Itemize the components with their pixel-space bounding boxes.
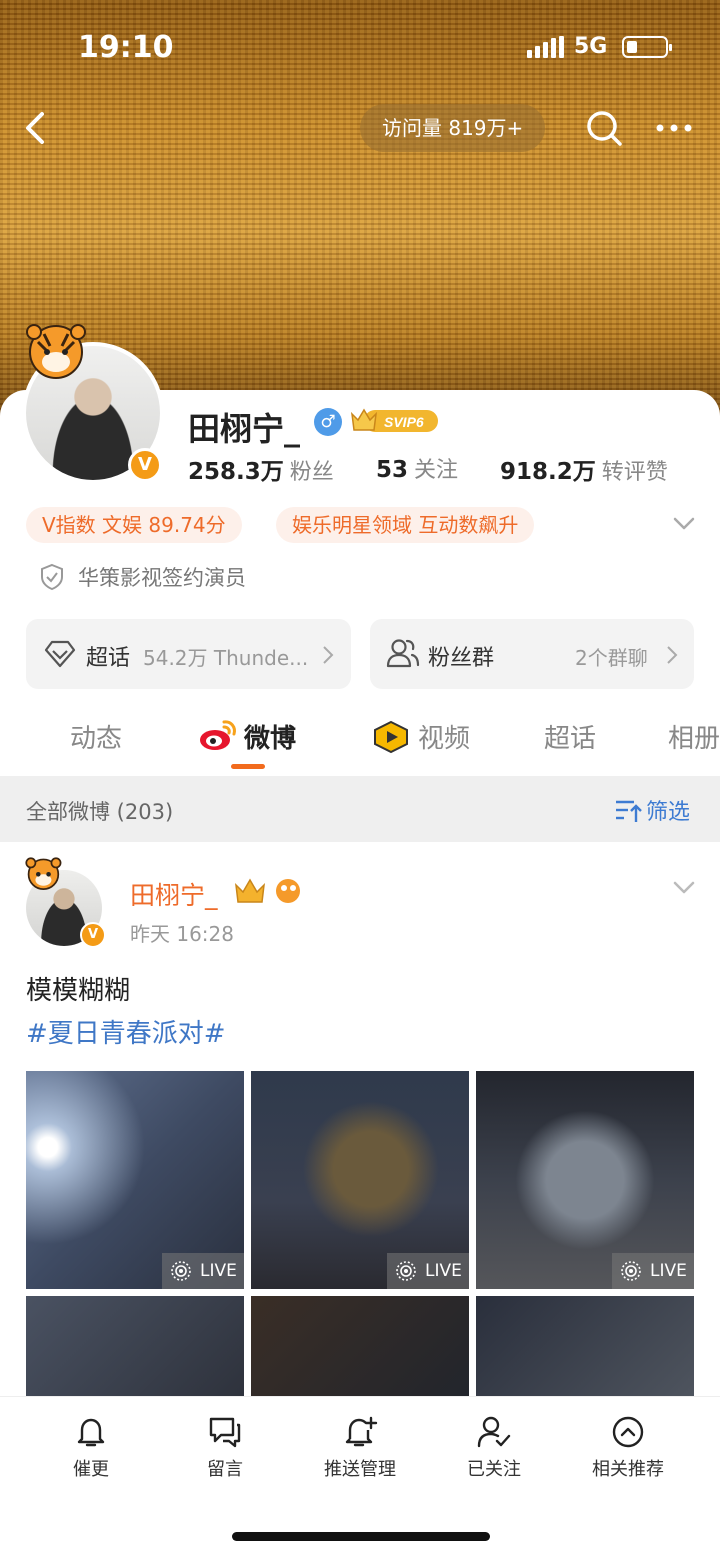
diamond-icon <box>44 640 76 668</box>
message-label: 留言 <box>207 1459 243 1480</box>
battery-icon <box>622 36 672 58</box>
back-arrow-icon[interactable] <box>18 106 58 150</box>
status-time: 19:10 <box>78 30 174 65</box>
live-label: LIVE <box>650 1261 687 1281</box>
following-label: 关注 <box>414 458 459 483</box>
tab-weibo[interactable]: 微博 <box>244 718 296 755</box>
live-photo-badge: LIVE <box>612 1253 694 1289</box>
group-icon <box>386 639 420 668</box>
video-play-icon <box>374 720 408 754</box>
bell-icon <box>77 1418 105 1447</box>
post-photo-5[interactable] <box>251 1296 469 1396</box>
supertopic-entry[interactable]: 超话 54.2万 Thunde... <box>26 619 351 689</box>
interactions-count: 918.2万 <box>500 459 596 485</box>
chevron-right-icon <box>667 646 678 664</box>
related-recommend-button[interactable]: 相关推荐 <box>568 1415 688 1481</box>
expand-chevron-icon[interactable] <box>672 514 696 534</box>
post-photo-4[interactable] <box>26 1296 244 1396</box>
following-button[interactable]: 已关注 <box>434 1415 554 1481</box>
live-photo-badge: LIVE <box>162 1253 244 1289</box>
filter-button[interactable]: 筛选 <box>646 794 690 826</box>
push-settings-label: 推送管理 <box>324 1459 396 1480</box>
visits-count[interactable]: 访问量 819万+ <box>360 104 546 152</box>
signal-icon <box>527 36 564 58</box>
tiger-pendant-icon <box>25 857 62 890</box>
svip-badge[interactable]: SVIP6 <box>350 406 440 436</box>
post-hashtag[interactable]: #夏日青春派对# <box>26 1013 226 1050</box>
live-photo-badge: LIVE <box>387 1253 469 1289</box>
live-icon <box>621 1261 641 1281</box>
bell-plus-icon <box>345 1416 378 1447</box>
male-gender-icon: ♂ <box>314 408 342 436</box>
post-author-avatar[interactable]: V <box>22 856 106 948</box>
shield-icon <box>41 563 63 591</box>
following-stat[interactable]: 53 关注 <box>376 452 458 484</box>
live-label: LIVE <box>200 1261 237 1281</box>
all-weibo-count: 全部微博 (203) <box>26 800 174 824</box>
tab-dynamics[interactable]: 动态 <box>70 718 122 755</box>
profile-tabs: 动态 微博 视频 超话 相册 <box>0 700 720 770</box>
tab-supertopic[interactable]: 超话 <box>544 718 596 755</box>
interactions-label: 转评赞 <box>601 460 668 485</box>
network-type: 5G <box>574 34 608 59</box>
post-photo-2[interactable]: LIVE <box>251 1071 469 1289</box>
active-tab-indicator <box>231 764 265 769</box>
weibo-logo-icon <box>200 720 236 750</box>
filter-icon[interactable] <box>614 798 642 824</box>
more-icon[interactable] <box>652 108 696 148</box>
domain-tag[interactable]: 娱乐明星领域 互动数飙升 <box>276 507 535 543</box>
followers-label: 粉丝 <box>289 460 334 485</box>
home-indicator <box>232 1532 490 1541</box>
post-text: 模模糊糊 <box>26 976 131 1006</box>
post-verified-badge: V <box>80 922 106 948</box>
followers-stat[interactable]: 258.3万 粉丝 <box>188 452 334 486</box>
tab-album[interactable]: 相册 <box>668 718 720 755</box>
tiger-pendant-icon <box>26 324 86 379</box>
live-icon <box>396 1261 416 1281</box>
related-recommend-label: 相关推荐 <box>592 1459 664 1480</box>
chevron-up-circle-icon <box>612 1416 644 1448</box>
chevron-right-icon <box>323 646 334 664</box>
following-label: 已关注 <box>467 1459 521 1480</box>
certification-text: 华策影视签约演员 <box>78 566 246 590</box>
following-count: 53 <box>376 457 409 483</box>
search-icon[interactable] <box>584 108 624 148</box>
fan-group-entry[interactable]: 粉丝群 2个群聊 <box>370 619 694 689</box>
top-nav: 访问量 819万+ <box>0 100 720 156</box>
profile-avatar[interactable]: V <box>20 320 170 490</box>
followers-count: 258.3万 <box>188 459 284 485</box>
member-crown-icon <box>235 878 300 903</box>
post-menu-chevron-icon[interactable] <box>672 878 696 898</box>
user-check-icon <box>477 1416 511 1448</box>
supertopic-label: 超话 <box>86 646 131 671</box>
post-author-name[interactable]: 田栩宁_ <box>130 876 218 912</box>
live-icon <box>171 1261 191 1281</box>
post-photo-6[interactable] <box>476 1296 694 1396</box>
urge-update-label: 催更 <box>73 1459 109 1480</box>
verified-badge: V <box>128 448 162 482</box>
comment-icon <box>209 1417 241 1448</box>
post-photo-1[interactable]: LIVE <box>26 1071 244 1289</box>
profile-name: 田栩宁_ <box>188 410 301 448</box>
fan-group-value: 2个群聊 <box>575 646 648 670</box>
interactions-stat[interactable]: 918.2万 转评赞 <box>500 452 668 486</box>
push-settings-button[interactable]: 推送管理 <box>300 1415 420 1481</box>
live-label: LIVE <box>425 1261 462 1281</box>
status-bar: 19:10 5G <box>0 28 720 68</box>
svip-label: SVIP6 <box>384 414 424 430</box>
feed-filter-bar: 全部微博 (203) 筛选 <box>0 776 720 842</box>
tab-video[interactable]: 视频 <box>418 718 470 755</box>
v-index-tag[interactable]: V指数 文娱 89.74分 <box>26 507 242 543</box>
urge-update-button[interactable]: 催更 <box>31 1415 151 1481</box>
supertopic-value: 54.2万 Thunde... <box>143 646 309 670</box>
post-time: 昨天 16:28 <box>130 922 234 946</box>
message-button[interactable]: 留言 <box>165 1415 285 1481</box>
post-photo-3[interactable]: LIVE <box>476 1071 694 1289</box>
fan-group-label: 粉丝群 <box>428 646 495 671</box>
